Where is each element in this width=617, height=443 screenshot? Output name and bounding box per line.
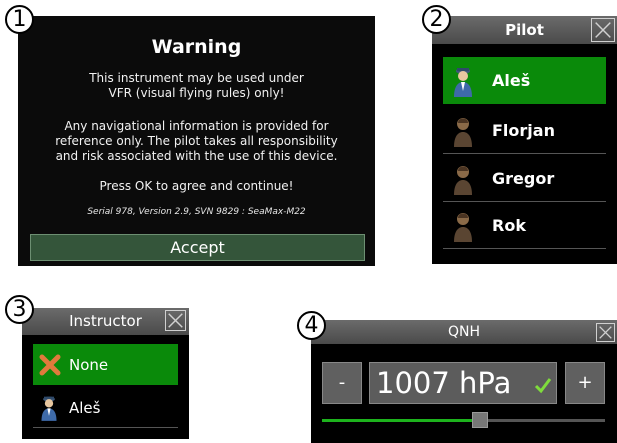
close-icon[interactable] [591,18,615,42]
pilot-avatar-icon [41,396,57,421]
check-icon [534,378,552,394]
warning-line-1: This instrument may be used under [89,71,304,85]
warning-line-4: reference only. The pilot takes all resp… [55,134,338,148]
instructor-dialog-title: Instructor [22,308,189,335]
warning-line-6: Press OK to agree and continue! [99,179,294,193]
instructor-item-none[interactable]: None [33,344,178,385]
accept-button[interactable]: Accept [30,234,365,261]
warning-line-2: VFR (visual flying rules) only! [108,86,285,100]
badge-2: 2 [422,5,451,34]
qnh-slider-fill [322,419,481,422]
pilot-item-gregor[interactable]: Gregor [443,155,606,202]
instructor-item-label: Aleš [69,399,101,417]
badge-4: 4 [297,311,326,340]
x-mark-icon [39,354,61,376]
qnh-decrease-button[interactable]: - [322,362,362,404]
pilot-item-label: Gregor [492,169,555,188]
qnh-dialog: QNH - 1007 hPa + [311,320,617,443]
qnh-value: 1007 hPa [376,366,512,400]
person-avatar-icon [454,213,472,242]
pilot-item-florjan[interactable]: Florjan [443,107,606,154]
qnh-dialog-title: QNH [311,320,617,344]
instructor-dialog: Instructor None Aleš [22,308,189,439]
pilot-item-label: Rok [492,216,526,235]
pilot-item-ales[interactable]: Aleš [443,57,606,104]
instructor-item-label: None [69,356,109,374]
pilot-dialog: Pilot Aleš Florjan Gregor Rok [432,16,617,264]
close-icon[interactable] [165,310,186,331]
qnh-increase-button[interactable]: + [565,362,605,404]
pilot-item-label: Florjan [492,121,555,140]
close-icon[interactable] [596,323,615,342]
pilot-item-rok[interactable]: Rok [443,202,606,249]
person-avatar-icon [454,118,472,147]
badge-1: 1 [5,5,34,34]
qnh-value-box: 1007 hPa [369,362,557,404]
pilot-avatar-icon [454,68,472,97]
pilot-item-label: Aleš [492,71,531,90]
instructor-item-ales[interactable]: Aleš [33,388,178,428]
pilot-dialog-title: Pilot [432,16,617,44]
qnh-slider-track[interactable] [322,419,605,422]
warning-line-3: Any navigational information is provided… [64,119,329,133]
badge-3: 3 [5,295,34,324]
qnh-slider-thumb[interactable] [472,412,489,428]
warning-line-5: and risk associated with the use of this… [55,149,338,163]
warning-title: Warning [151,36,242,58]
warning-dialog: Warning This instrument may be used unde… [18,16,375,266]
person-avatar-icon [454,166,472,195]
serial-info: Serial 978, Version 2.9, SVN 9829 : SeaM… [87,207,306,217]
